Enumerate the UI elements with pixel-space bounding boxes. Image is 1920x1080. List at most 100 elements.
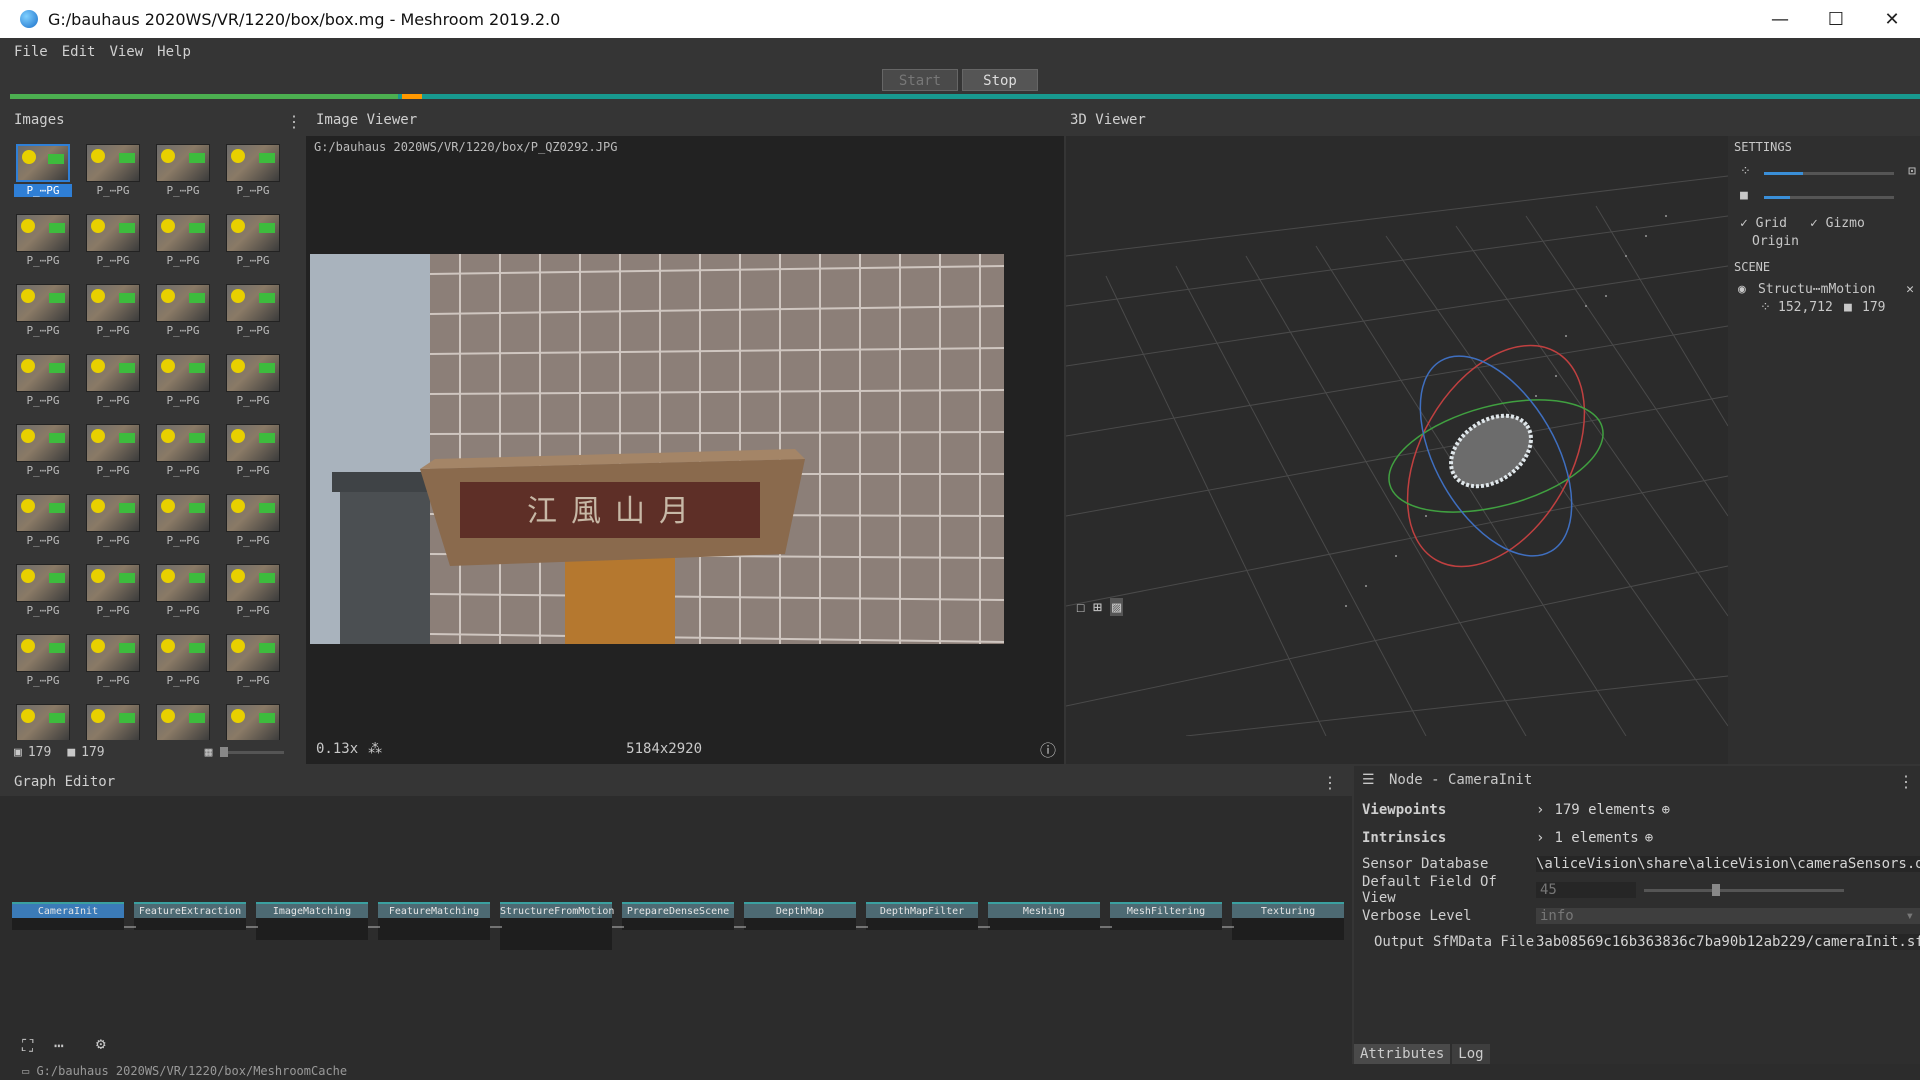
- image-thumbnail[interactable]: P_⋯PG: [84, 634, 142, 692]
- image-thumbnail[interactable]: P_⋯PG: [14, 284, 72, 342]
- camera-scale-slider[interactable]: [1764, 196, 1894, 199]
- fov-slider[interactable]: [1644, 883, 1844, 896]
- expand-chevron-icon[interactable]: ›: [1536, 802, 1544, 818]
- tab-log[interactable]: Log: [1452, 1044, 1490, 1064]
- images-menu-icon[interactable]: ⋮: [286, 112, 302, 131]
- menu-file[interactable]: File: [14, 44, 48, 60]
- image-thumbnail[interactable]: P_⋯PG: [224, 564, 282, 622]
- maximize-button[interactable]: ☐: [1808, 0, 1864, 38]
- fit-view-icon[interactable]: ⊡: [1908, 164, 1916, 179]
- gizmo-toggle[interactable]: ✓ Gizmo: [1810, 216, 1865, 231]
- image-thumbnail[interactable]: P_⋯PG: [224, 634, 282, 692]
- thumbnail-leaf-icon: [189, 293, 205, 303]
- thumbnail-flower-icon: [21, 429, 35, 443]
- remove-scene-item-icon[interactable]: ✕: [1906, 282, 1914, 297]
- image-thumbnail[interactable]: P_⋯PG: [224, 704, 282, 740]
- graph-node-title: DepthMap: [744, 902, 856, 918]
- image-thumbnail[interactable]: P_⋯PG: [154, 144, 212, 202]
- image-thumbnail[interactable]: P_⋯PG: [84, 494, 142, 552]
- menu-help[interactable]: Help: [157, 44, 191, 60]
- graph-node[interactable]: DepthMap: [744, 902, 856, 974]
- graph-node[interactable]: Meshing: [988, 902, 1100, 974]
- image-thumbnail[interactable]: P_⋯PG: [154, 494, 212, 552]
- camera-scale-icon: ■: [1740, 188, 1748, 203]
- graph-node[interactable]: MeshFiltering: [1110, 902, 1222, 974]
- graph-node[interactable]: FeatureMatching: [378, 902, 490, 974]
- thumbnail-image: [86, 704, 140, 740]
- image-thumbnail[interactable]: P_⋯PG: [14, 354, 72, 412]
- image-thumbnail[interactable]: P_⋯PG: [224, 354, 282, 412]
- origin-toggle[interactable]: Origin: [1752, 234, 1799, 249]
- image-thumbnail[interactable]: P_⋯PG: [84, 214, 142, 272]
- close-button[interactable]: ✕: [1864, 0, 1920, 38]
- image-thumbnail[interactable]: P_⋯PG: [224, 284, 282, 342]
- image-thumbnail[interactable]: P_⋯PG: [154, 284, 212, 342]
- image-thumbnail[interactable]: P_⋯PG: [14, 634, 72, 692]
- grid-toggle[interactable]: ✓ Grid: [1740, 216, 1787, 231]
- fit-graph-icon[interactable]: ⛶: [22, 1036, 33, 1056]
- graph-node[interactable]: Texturing: [1232, 902, 1344, 974]
- graph-node[interactable]: ImageMatching: [256, 902, 368, 974]
- image-thumbnail[interactable]: P_⋯PG: [84, 354, 142, 412]
- add-element-icon[interactable]: ⊕: [1645, 830, 1653, 846]
- menu-view[interactable]: View: [109, 44, 143, 60]
- fov-field[interactable]: 45: [1536, 882, 1636, 898]
- settings-title: SETTINGS: [1734, 140, 1792, 154]
- image-thumbnail[interactable]: P_⋯PG: [154, 634, 212, 692]
- menu-edit[interactable]: Edit: [62, 44, 96, 60]
- metadata-toggle-icon[interactable]: ⁂: [368, 741, 382, 757]
- image-thumbnail[interactable]: P_⋯PG: [224, 144, 282, 202]
- sensor-database-field[interactable]: \aliceVision\share\aliceVision\cameraSen…: [1536, 856, 1920, 872]
- graph-settings-gear-icon[interactable]: ⚙: [96, 1034, 106, 1053]
- graph-menu-icon[interactable]: ⋮: [1322, 773, 1338, 792]
- info-icon[interactable]: ⓘ: [1040, 737, 1056, 761]
- image-thumbnail[interactable]: P_⋯PG: [84, 704, 142, 740]
- image-thumbnail[interactable]: P_⋯PG: [154, 354, 212, 412]
- start-button[interactable]: Start: [882, 69, 958, 91]
- layout-graph-icon[interactable]: ⋯: [54, 1036, 64, 1055]
- display-mode-textured-icon[interactable]: ▨: [1110, 598, 1124, 616]
- image-thumbnail[interactable]: P_⋯PG: [224, 494, 282, 552]
- image-thumbnail[interactable]: P_⋯PG: [14, 214, 72, 272]
- image-thumbnail[interactable]: P_⋯PG: [14, 564, 72, 622]
- image-thumbnail[interactable]: P_⋯PG: [14, 704, 72, 740]
- image-thumbnail[interactable]: P_⋯PG: [154, 214, 212, 272]
- expand-chevron-icon[interactable]: ›: [1536, 830, 1544, 846]
- graph-node[interactable]: StructureFromMotion: [500, 902, 614, 974]
- scene-item-name[interactable]: Structu⋯mMotion: [1758, 282, 1875, 297]
- point-size-slider[interactable]: [1764, 172, 1894, 175]
- viewed-photo[interactable]: 江風山月: [310, 254, 1004, 644]
- graph-node[interactable]: FeatureExtraction: [134, 902, 246, 974]
- image-thumbnail[interactable]: P_⋯PG: [14, 424, 72, 482]
- tab-attributes[interactable]: Attributes: [1354, 1044, 1451, 1064]
- image-thumbnail[interactable]: P_⋯PG: [14, 494, 72, 552]
- image-thumbnail[interactable]: P_⋯PG: [84, 424, 142, 482]
- visibility-eye-icon[interactable]: ◉: [1738, 282, 1746, 297]
- image-thumbnail[interactable]: P_⋯PG: [154, 424, 212, 482]
- output-sfm-field[interactable]: 3ab08569c16b363836c7ba90b12ab229/cameraI…: [1536, 934, 1920, 950]
- stop-button[interactable]: Stop: [962, 69, 1038, 91]
- image-thumbnail[interactable]: P_⋯PG: [154, 704, 212, 740]
- image-thumbnail[interactable]: P_⋯PG: [14, 144, 72, 202]
- image-thumbnail[interactable]: P_⋯PG: [224, 424, 282, 482]
- image-thumbnail[interactable]: P_⋯PG: [154, 564, 212, 622]
- viewer-3d-canvas[interactable]: [1066, 136, 1728, 736]
- image-thumbnail[interactable]: P_⋯PG: [84, 284, 142, 342]
- thumbnail-caption: P_⋯PG: [96, 674, 130, 687]
- image-thumbnail[interactable]: P_⋯PG: [84, 564, 142, 622]
- thumbnail-caption: P_⋯PG: [166, 604, 200, 617]
- node-menu-icon[interactable]: ⋮: [1898, 772, 1914, 791]
- thumbnail-size-slider[interactable]: [220, 746, 285, 757]
- minimize-button[interactable]: —: [1752, 0, 1808, 38]
- images-grid: P_⋯PG P_⋯PG P_⋯PG P_⋯PG P_⋯PG P_⋯PG P_⋯PG P_⋯PG…: [14, 144, 304, 740]
- graph-node[interactable]: PrepareDenseScene: [622, 902, 734, 974]
- image-thumbnail[interactable]: P_⋯PG: [84, 144, 142, 202]
- verbose-level-select[interactable]: info ▾: [1536, 908, 1920, 924]
- image-thumbnail[interactable]: P_⋯PG: [224, 214, 282, 272]
- graph-node[interactable]: CameraInit: [12, 902, 124, 974]
- graph-node[interactable]: DepthMapFilter: [866, 902, 978, 974]
- add-element-icon[interactable]: ⊕: [1662, 802, 1670, 818]
- thumbnail-leaf-icon: [259, 503, 275, 513]
- display-mode-wireframe-icon[interactable]: ⊞: [1093, 598, 1102, 616]
- display-mode-solid-icon[interactable]: ☐: [1076, 598, 1085, 616]
